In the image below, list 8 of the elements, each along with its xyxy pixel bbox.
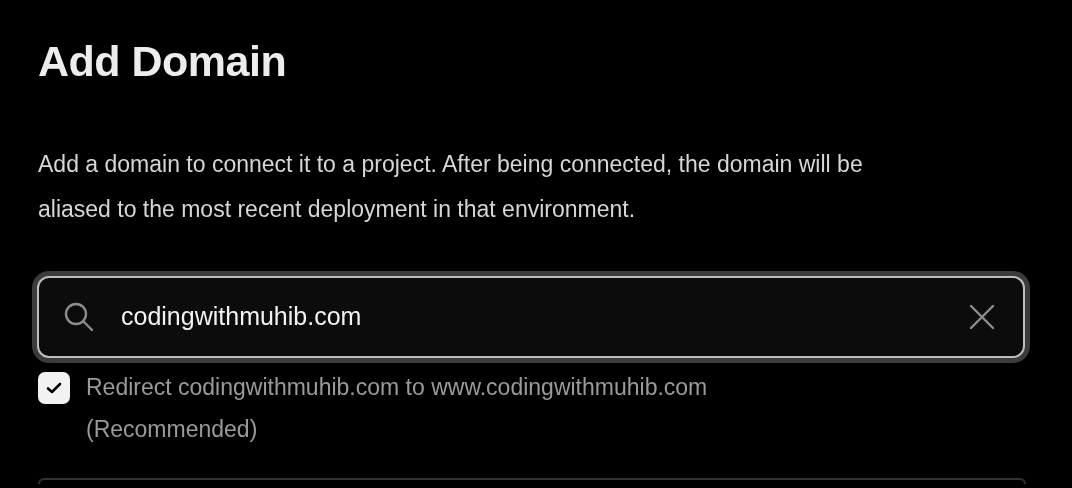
redirect-checkbox[interactable] [38,371,70,404]
search-icon [63,300,95,333]
redirect-label: Redirect codingwithmuhib.com to www.codingwithmuhib.com (Recommended) [86,372,709,444]
checkmark-icon [46,381,62,394]
description-text: Add a domain to connect it to a project. After being connected, the domain will be aliased to the most recent deployment in that environment. [38,149,864,224]
dialog-title: Add Domain [38,36,288,87]
domain-input[interactable]: codingwithmuhib.com [119,296,941,337]
close-icon [969,303,995,330]
